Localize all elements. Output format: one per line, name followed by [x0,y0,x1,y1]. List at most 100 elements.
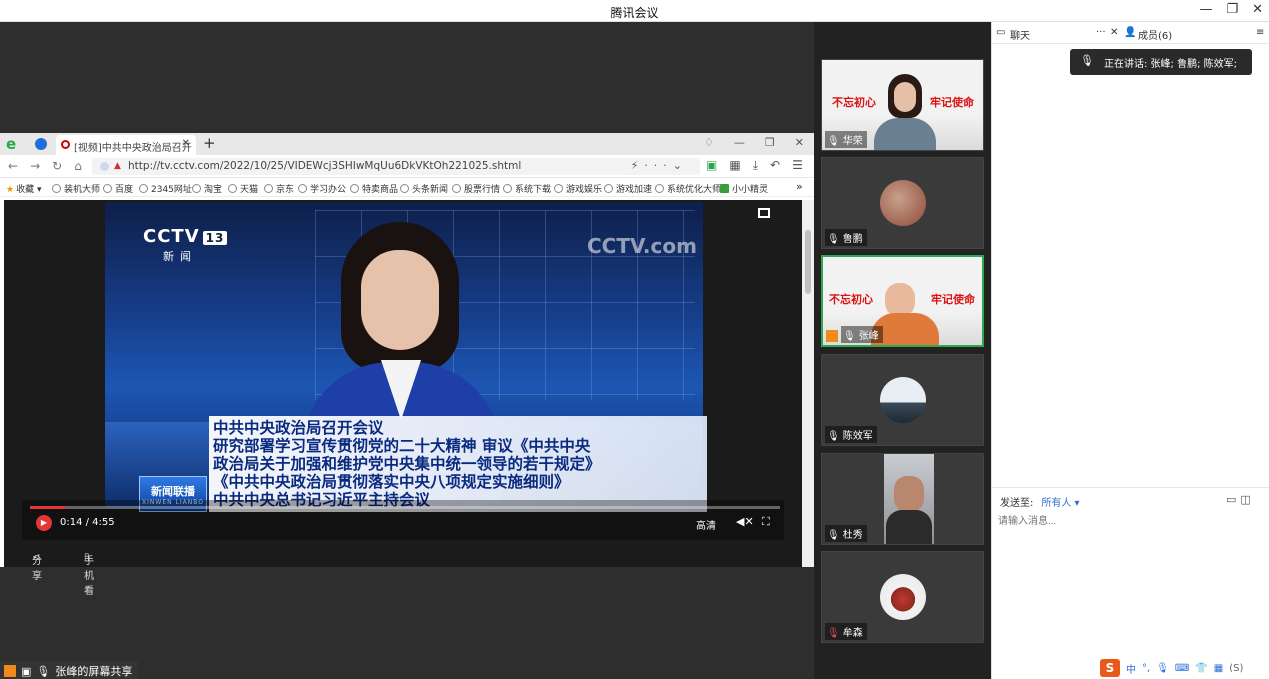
participant-tile[interactable]: 🎙 陈效军 [821,354,984,446]
chat-divider [992,487,1269,488]
app-icon [720,184,729,193]
participant-tile[interactable]: 不忘初心 牢记使命 🎙 华荣 [821,59,984,151]
toolbox-icon[interactable]: ▦ [1214,663,1223,674]
voice-icon[interactable]: 🎙 [1156,663,1169,674]
person-body [874,118,936,150]
participant-tile[interactable]: 🎙 杜秀 [821,453,984,545]
punctuation-icon[interactable]: °, [1142,663,1150,674]
browser-shield-icon[interactable] [35,138,47,150]
bookmark-item[interactable]: 天猫 [228,182,258,195]
cctv-logo: CCTV 13 [143,226,228,247]
browser-minimize-button[interactable]: — [734,136,745,149]
file-icon[interactable]: ▭ [1226,493,1240,506]
bookmark-item[interactable]: 京东 [264,182,294,195]
download-icon[interactable]: ⤓ [753,158,758,173]
mute-icon[interactable]: ◀✕ [736,515,754,528]
globe-icon [228,184,237,193]
reload-icon[interactable]: ↻ [52,159,62,173]
mic-icon: 🎙 [827,234,840,245]
not-secure-icon: ▲ [114,161,121,171]
video-player[interactable]: CCTV 13 新闻 CCTV.com 中共中央政治局召开会议 研究部署学习宣传贯… [4,200,802,597]
banner-text: 不忘初心 [829,293,873,306]
sogou-ime-icon[interactable]: S [1100,659,1120,677]
bookmark-item[interactable]: 装机大师 [52,182,100,195]
channel-subtitle: 新闻 [163,250,197,263]
close-button[interactable]: ✕ [1252,2,1263,17]
send-to-dropdown[interactable]: 所有人 ▾ [1041,498,1079,509]
bookmark-item[interactable]: 头条新闻 [400,182,448,195]
participant-tile-active-speaker[interactable]: 不忘初心 牢记使命 🎙 张峰 [821,255,984,347]
cctv-watermark: CCTV.com [587,234,697,258]
new-tab-button[interactable]: + [203,134,216,152]
screenshot-icon[interactable]: ◫ [1240,493,1254,506]
bookmark-item[interactable]: 百度 [103,182,133,195]
bookmark-item[interactable]: 小小精灵 [720,182,768,195]
browser-restore-button[interactable]: ❐ [765,136,775,149]
speaking-text: 正在讲话: 张峰; 鲁鹏; 陈效军; [1104,59,1238,70]
ime-lang[interactable]: 中 [1126,661,1136,676]
bookmark-item[interactable]: 游戏娱乐 [554,182,602,195]
url-text: http://tv.cctv.com/2022/10/25/VIDEWcj3SH… [128,160,522,172]
play-icon[interactable]: ▶ [36,515,52,531]
apps-icon[interactable]: ▦ [729,158,740,173]
browser-close-button[interactable]: ✕ [795,136,804,149]
globe-icon [139,184,148,193]
person-face [894,82,916,112]
bookmark-item[interactable]: 淘宝 [192,182,222,195]
panel-menu-icon[interactable]: ≡ [1256,27,1264,38]
participant-tile[interactable]: 🎙 牟森 [821,551,984,643]
browser-tab[interactable]: [视频]中共中央政治局召开 ✕ [56,135,196,155]
globe-icon [298,184,307,193]
forward-icon[interactable]: → [30,159,40,173]
participant-avatar [880,574,926,620]
tab-members[interactable]: 成员(6) [1138,27,1172,42]
undo-icon[interactable]: ↶ [770,158,780,173]
chat-input[interactable] [998,511,1264,531]
skin-icon[interactable]: 👕 [1195,663,1207,674]
mic-icon: 🎙 [1080,54,1094,67]
video-share-bar: ⋖ 分享 ▯ 手机看 [22,540,784,597]
url-actions-icon[interactable]: ⚡···⌄ [631,159,688,172]
tab-close-icon[interactable]: ✕ [182,138,190,149]
bookmark-item[interactable]: 股票行情 [452,182,500,195]
home-icon[interactable]: ⌂ [74,159,82,173]
bookmark-item[interactable]: 学习办公 [298,182,346,195]
bookmark-favorites[interactable]: ★ 收藏 ▾ [6,182,41,195]
bookmark-item[interactable]: 特卖商品 [350,182,398,195]
bookmark-item[interactable]: 游戏加速 [604,182,652,195]
extension-icon[interactable]: ▣ [706,158,717,173]
skin-icon[interactable]: ♢ [704,136,714,149]
participant-name: 🎙 鲁鹏 [825,229,867,246]
maximize-button[interactable]: ❐ [1226,2,1238,17]
participant-tile[interactable]: 🎙 鲁鹏 [821,157,984,249]
pip-icon[interactable] [758,208,770,218]
chat-close-icon[interactable]: ✕ [1110,27,1118,38]
scrollbar-thumb[interactable] [805,230,811,294]
progress-bar[interactable] [30,506,780,509]
page-scrollbar[interactable] [802,200,814,567]
chat-more-icon[interactable]: ··· [1096,27,1106,38]
bookmark-item[interactable]: 系统下载 [503,182,551,195]
url-field[interactable]: ▲ http://tv.cctv.com/2022/10/25/VIDEWcj3… [92,158,700,175]
globe-icon [52,184,61,193]
back-icon[interactable]: ← [8,159,18,173]
browser-tab-title: [视频]中共中央政治局召开 [74,143,192,154]
shared-browser-window: e [视频]中共中央政治局召开 ✕ + ♢ — ❐ ✕ ← → ↻ ⌂ ▲ ht… [0,133,814,597]
tab-chat[interactable]: 聊天 [1010,27,1030,42]
browser-address-bar: ← → ↻ ⌂ ▲ http://tv.cctv.com/2022/10/25/… [0,155,814,178]
bookmark-item[interactable]: 2345网址 [139,182,192,195]
bookmark-item[interactable]: 系统优化大师 [655,182,721,195]
mic-icon: 🎙 [827,136,840,147]
keyboard-icon[interactable]: ⌨ [1175,663,1189,674]
menu-icon[interactable]: ☰ [792,158,803,173]
globe-icon [192,184,201,193]
more-bookmarks-icon[interactable]: » [796,180,803,193]
screen-icon: ▣ [21,664,32,678]
minimize-button[interactable]: — [1199,2,1212,17]
send-to-selector[interactable]: 发送至: 所有人 ▾ [1000,494,1080,509]
mic-icon: 🎙 [843,331,856,342]
participant-name: 🎙 华荣 [825,131,867,148]
members-icon: 👤 [1124,27,1137,38]
fullscreen-icon[interactable]: ⛶ [762,515,770,529]
quality-button[interactable]: 高清 [696,517,716,532]
